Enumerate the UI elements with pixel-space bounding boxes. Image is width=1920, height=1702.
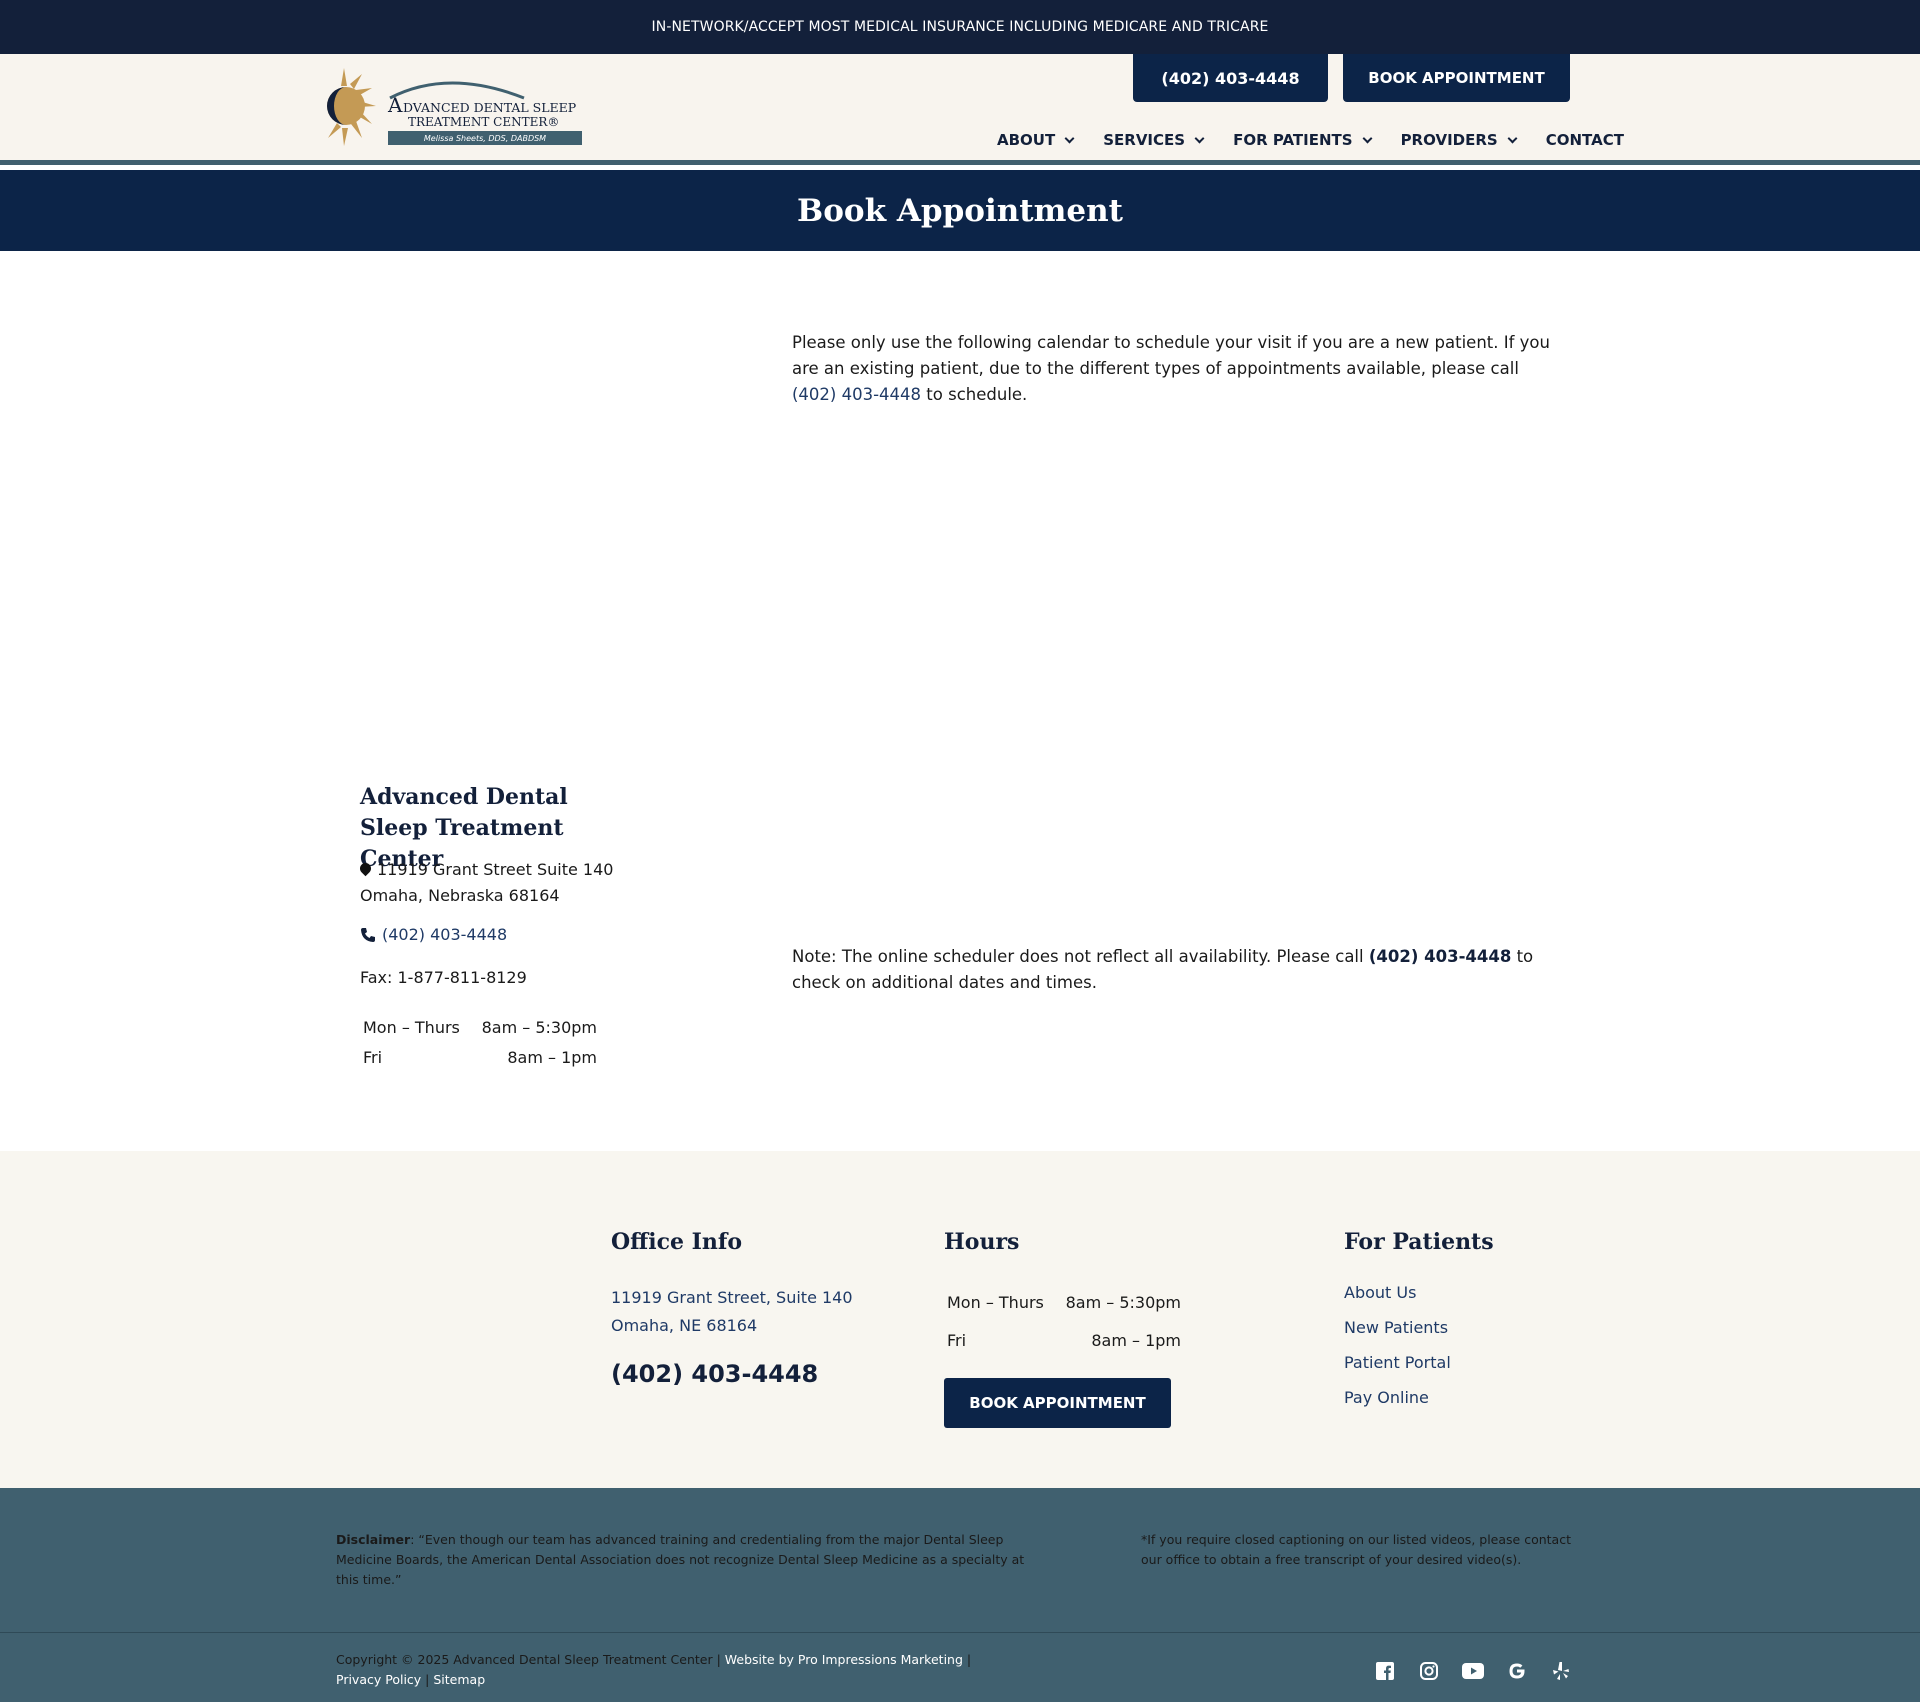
- facebook-icon[interactable]: [1374, 1660, 1396, 1682]
- footer-link-patient-portal[interactable]: Patient Portal: [1344, 1353, 1451, 1372]
- footer-book-appointment-button[interactable]: BOOK APPOINTMENT: [944, 1378, 1171, 1428]
- hours-row: Fri 8am – 1pm: [363, 1047, 597, 1067]
- footer-divider: [0, 1632, 1920, 1633]
- footer-patient-links: About Us New Patients Patient Portal Pay…: [1344, 1283, 1451, 1423]
- nav-item-for-patients[interactable]: FOR PATIENTS: [1233, 131, 1373, 149]
- hours-row: Mon – Thurs 8am – 5:30pm: [363, 1017, 597, 1037]
- page-title-bar: Book Appointment: [0, 170, 1920, 251]
- footer-for-patients-title: For Patients: [1344, 1229, 1494, 1255]
- instagram-icon[interactable]: [1418, 1660, 1440, 1682]
- scheduler-note: Note: The online scheduler does not refl…: [792, 947, 1534, 992]
- chevron-down-icon: [1507, 133, 1518, 143]
- footer-hours-title: Hours: [944, 1229, 1020, 1255]
- office-fax: Fax: 1-877-811-8129: [360, 968, 527, 987]
- office-phone-link[interactable]: (402) 403-4448: [360, 925, 507, 944]
- office-address: 11919 Grant Street Suite 140 Omaha, Nebr…: [357, 857, 613, 909]
- intro-phone-link[interactable]: (402) 403-4448: [792, 385, 921, 404]
- chevron-down-icon: [1194, 133, 1205, 143]
- insurance-banner: IN-NETWORK/ACCEPT MOST MEDICAL INSURANCE…: [0, 0, 1920, 54]
- chevron-down-icon: [1362, 133, 1373, 143]
- website-by-link[interactable]: Website by Pro Impressions Marketing: [725, 1652, 963, 1667]
- svg-text:A: A: [387, 93, 403, 117]
- intro-text: Please only use the following calendar t…: [792, 333, 1550, 404]
- note-phone: (402) 403-4448: [1368, 947, 1512, 966]
- footer-office-address: 11919 Grant Street, Suite 140 Omaha, NE …: [611, 1288, 853, 1335]
- svg-text:DVANCED DENTAL SLEEP: DVANCED DENTAL SLEEP: [403, 100, 576, 115]
- nav-item-about[interactable]: ABOUT: [997, 131, 1075, 149]
- footer-link-pay-online[interactable]: Pay Online: [1344, 1388, 1429, 1407]
- main-nav: ABOUT SERVICES FOR PATIENTS PROVIDERS CO…: [997, 131, 1624, 149]
- site-header: A DVANCED DENTAL SLEEP TREATMENT CENTER®…: [0, 54, 1920, 165]
- chevron-down-icon: [1064, 133, 1075, 143]
- youtube-icon[interactable]: [1462, 1660, 1484, 1682]
- hours-row: Fri 8am – 1pm: [947, 1330, 1181, 1350]
- insurance-banner-text: IN-NETWORK/ACCEPT MOST MEDICAL INSURANCE…: [651, 19, 1269, 35]
- nav-item-services[interactable]: SERVICES: [1103, 131, 1205, 149]
- header-phone-button[interactable]: (402) 403-4448: [1133, 54, 1328, 102]
- page-title: Book Appointment: [797, 192, 1123, 229]
- sitemap-link[interactable]: Sitemap: [433, 1672, 485, 1687]
- copyright-text: Copyright © 2025 Advanced Dental Sleep T…: [336, 1652, 972, 1687]
- svg-text:Melissa Sheets, DDS, DABDSM: Melissa Sheets, DDS, DABDSM: [424, 134, 546, 143]
- disclaimer-text: Disclaimer: “Even though our team has ad…: [336, 1532, 1025, 1587]
- header-book-appointment-button[interactable]: BOOK APPOINTMENT: [1343, 54, 1570, 102]
- footer-hours-table: Mon – Thurs 8am – 5:30pm Fri 8am – 1pm: [947, 1283, 1181, 1359]
- nav-item-providers[interactable]: PROVIDERS: [1401, 131, 1518, 149]
- office-hours-table: Mon – Thurs 8am – 5:30pm Fri 8am – 1pm: [363, 1012, 597, 1072]
- logo-sun-moon-icon: A DVANCED DENTAL SLEEP TREATMENT CENTER®…: [327, 68, 582, 146]
- footer-link-about-us[interactable]: About Us: [1344, 1283, 1416, 1302]
- nav-item-contact[interactable]: CONTACT: [1546, 131, 1624, 149]
- privacy-policy-link[interactable]: Privacy Policy: [336, 1672, 421, 1687]
- map-pin-icon: [357, 860, 374, 877]
- site-logo[interactable]: A DVANCED DENTAL SLEEP TREATMENT CENTER®…: [318, 68, 588, 150]
- svg-text:TREATMENT CENTER®: TREATMENT CENTER®: [408, 115, 559, 129]
- phone-icon: [361, 927, 375, 942]
- social-links: [1374, 1660, 1594, 1682]
- footer-office-info-title: Office Info: [611, 1229, 743, 1255]
- yelp-icon[interactable]: [1550, 1660, 1572, 1682]
- captioning-notice: *If you require closed captioning on our…: [1141, 1532, 1571, 1567]
- google-icon[interactable]: [1506, 1660, 1528, 1682]
- footer-phone-link[interactable]: (402) 403-4448: [611, 1360, 818, 1388]
- hours-row: Mon – Thurs 8am – 5:30pm: [947, 1292, 1181, 1312]
- footer-link-new-patients[interactable]: New Patients: [1344, 1318, 1448, 1337]
